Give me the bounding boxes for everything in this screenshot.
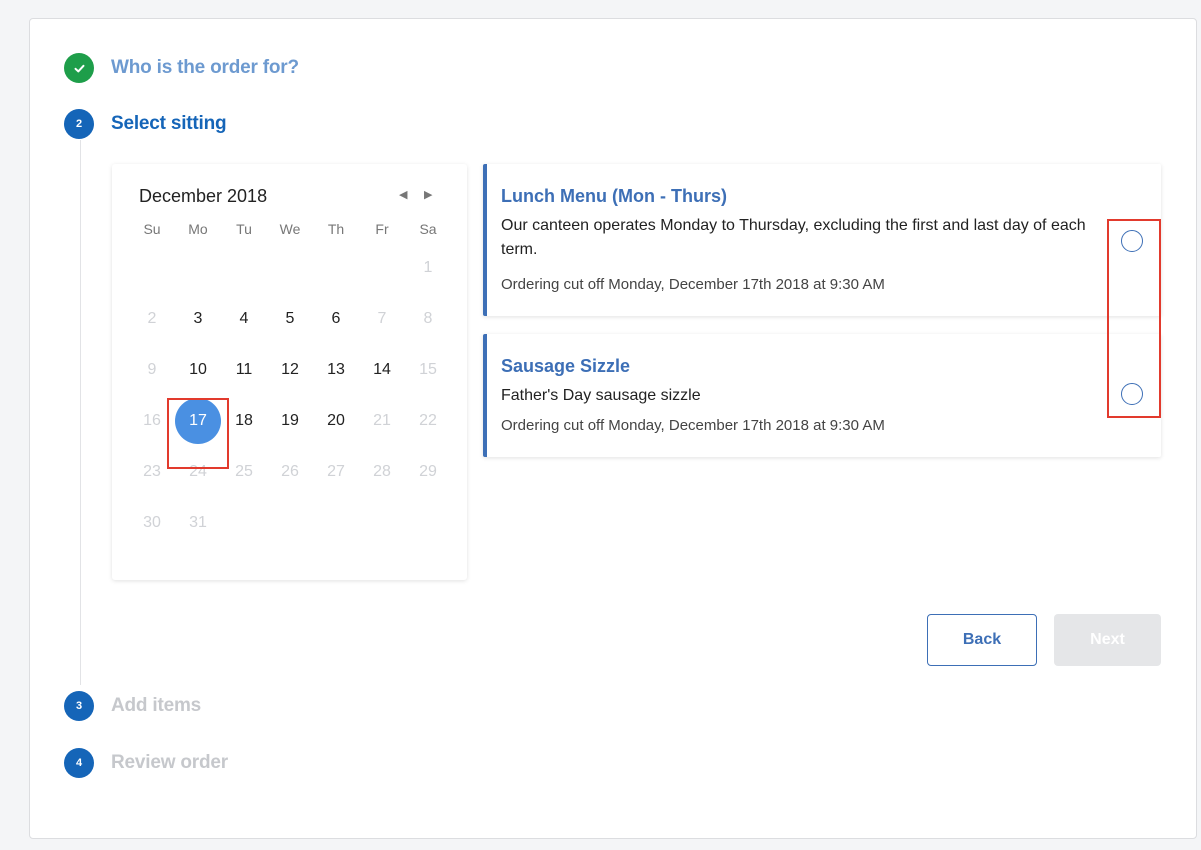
calendar-day[interactable]: 11 [221,344,267,395]
calendar-empty-cell [175,242,221,293]
calendar-day: 31 [189,513,207,531]
sitting-cutoff: Ordering cut off Monday, December 17th 2… [501,276,885,293]
calendar-empty-cell [313,242,359,293]
calendar-day: 29 [419,462,437,480]
calendar-day: 24 [189,462,207,480]
check-icon [64,53,94,83]
weekday-label: Th [327,221,345,237]
weekday-label: Mo [188,221,208,237]
step-title: Select sitting [111,113,227,134]
triangle-left-icon[interactable]: ◀ [399,188,407,201]
weekday-label: Fr [375,221,389,237]
weekday-label: Su [143,221,161,237]
step-title: Add items [111,695,202,716]
weekday-label: We [279,221,301,237]
calendar-day[interactable]: 19 [267,395,313,446]
back-button[interactable]: Back [927,614,1037,666]
calendar-day: 16 [143,411,161,429]
calendar-day: 1 [423,258,433,276]
calendar-day-selected[interactable]: 17 [175,395,221,446]
calendar-day[interactable]: 6 [313,293,359,344]
step-number-badge: 3 [64,691,94,721]
sitting-radio-lunch-menu[interactable] [1121,230,1143,252]
calendar-day: 2 [147,309,157,327]
calendar-day[interactable]: 12 [267,344,313,395]
step-title: Who is the order for? [111,57,299,78]
calendar-day[interactable]: 10 [175,344,221,395]
calendar-month-label: December 2018 [139,186,268,206]
calendar-day: 25 [235,462,253,480]
sitting-option-sausage-sizzle[interactable]: Sausage Sizzle Father's Day sausage sizz… [483,334,1161,457]
step-title: Review order [111,752,228,773]
sitting-title: Sausage Sizzle [501,356,631,376]
calendar-day: 9 [147,360,157,378]
calendar-empty-cell [129,242,175,293]
sitting-option-lunch-menu[interactable]: Lunch Menu (Mon - Thurs) Our canteen ope… [483,164,1161,316]
sitting-title: Lunch Menu (Mon - Thurs) [501,186,727,206]
calendar-empty-cell [267,242,313,293]
calendar-day: 8 [423,309,433,327]
calendar-empty-cell [359,242,405,293]
calendar-day[interactable]: 13 [313,344,359,395]
calendar-day[interactable]: 14 [359,344,405,395]
sitting-description: Father's Day sausage sizzle [501,387,701,404]
calendar-day: 27 [327,462,345,480]
triangle-right-icon[interactable]: ▶ [424,188,432,201]
calendar-day: 30 [143,513,161,531]
calendar: December 2018 ◀ ▶ Su Mo Tu We Th Fr Sa 1… [112,164,467,580]
step-add-items: 3 Add items [64,691,201,721]
sitting-radio-sausage-sizzle[interactable] [1121,383,1143,405]
next-button[interactable]: Next [1054,614,1161,666]
step-number-badge: 4 [64,748,94,778]
weekday-label: Tu [236,221,252,237]
calendar-day: 23 [143,462,161,480]
calendar-day: 26 [281,462,299,480]
sitting-cutoff: Ordering cut off Monday, December 17th 2… [501,417,885,434]
calendar-day[interactable]: 18 [221,395,267,446]
calendar-day[interactable]: 3 [175,293,221,344]
calendar-day[interactable]: 5 [267,293,313,344]
step-number-badge: 2 [64,109,94,139]
step-timeline-line [80,140,81,685]
calendar-day: 28 [373,462,391,480]
step-review-order: 4 Review order [64,748,228,778]
weekday-label: Sa [419,221,437,237]
calendar-day: 21 [373,411,391,429]
sitting-description: Our canteen operates Monday to Thursday,… [501,217,1086,258]
calendar-empty-cell [221,242,267,293]
calendar-day[interactable]: 20 [313,395,359,446]
step-who-is-order-for[interactable]: Who is the order for? [64,53,299,83]
step-select-sitting: 2 Select sitting [64,109,227,139]
calendar-day: 22 [419,411,437,429]
calendar-day[interactable]: 4 [221,293,267,344]
calendar-day: 15 [419,360,437,378]
calendar-days: 1 2 3 4 5 6 7 8 9 10 11 12 13 14 15 16 17 18 19 20 21 22 23 24 2… [129,242,451,548]
calendar-day: 7 [377,309,387,327]
